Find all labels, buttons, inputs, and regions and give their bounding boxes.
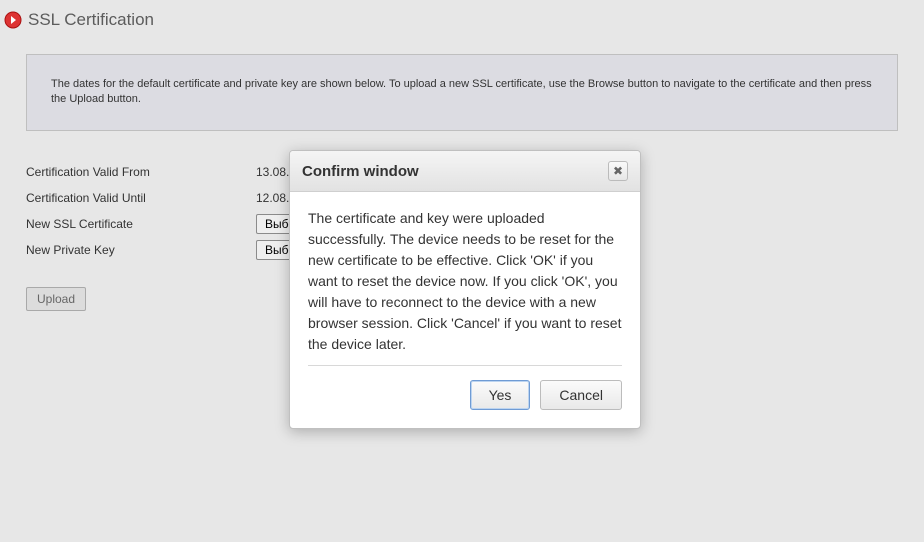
confirm-dialog: Confirm window ✖ The certificate and key… [289,150,641,429]
dialog-titlebar: Confirm window ✖ [290,151,640,192]
page-header: SSL Certification [0,0,924,36]
yes-button[interactable]: Yes [470,380,531,410]
upload-button[interactable]: Upload [26,287,86,311]
field-label: Certification Valid From [26,165,256,179]
field-label: Certification Valid Until [26,191,256,205]
cancel-button[interactable]: Cancel [540,380,622,410]
info-text: The dates for the default certificate an… [51,78,872,105]
info-box: The dates for the default certificate an… [26,54,898,131]
field-label: New Private Key [26,243,256,257]
page-title: SSL Certification [28,10,154,30]
close-icon[interactable]: ✖ [608,161,628,181]
dialog-body: The certificate and key were uploaded su… [290,192,640,365]
dialog-button-row: Yes Cancel [290,366,640,428]
field-label: New SSL Certificate [26,217,256,231]
arrow-right-circle-icon [4,11,22,29]
dialog-title: Confirm window [302,163,419,180]
